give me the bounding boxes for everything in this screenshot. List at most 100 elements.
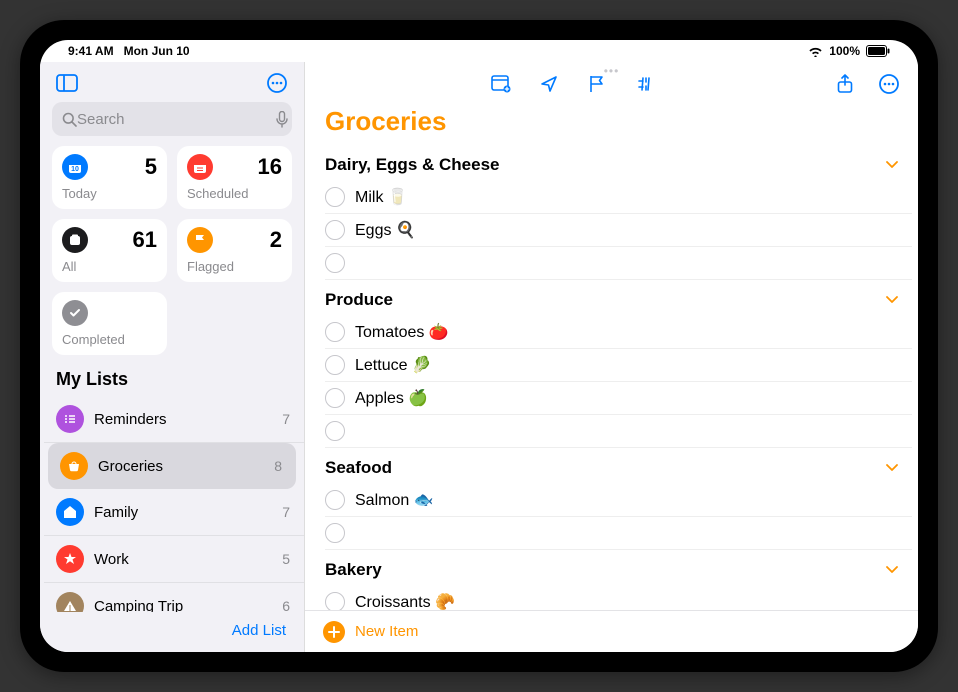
reminder-item[interactable]: Croissants 🥐 bbox=[325, 586, 912, 610]
section-title: Bakery bbox=[325, 560, 382, 580]
smart-count: 61 bbox=[133, 227, 157, 253]
smart-count: 16 bbox=[258, 154, 282, 180]
list-count: 7 bbox=[282, 411, 290, 427]
completion-circle[interactable] bbox=[325, 322, 345, 342]
smart-list-flagged[interactable]: 2 Flagged bbox=[177, 219, 292, 282]
chevron-down-icon bbox=[886, 464, 898, 472]
reminder-title: Croissants 🥐 bbox=[355, 592, 898, 610]
reminder-title: Lettuce 🥬 bbox=[355, 355, 898, 375]
multitask-handle-icon[interactable]: ••• bbox=[604, 64, 620, 78]
toggle-sidebar-button[interactable] bbox=[52, 69, 82, 97]
list-name: Camping Trip bbox=[94, 598, 272, 613]
smart-list-all[interactable]: 61 All bbox=[52, 219, 167, 282]
list-count: 6 bbox=[282, 598, 290, 612]
scheduled-icon bbox=[187, 154, 213, 180]
reminder-item[interactable]: Salmon 🐟 bbox=[325, 484, 912, 517]
new-item-button[interactable]: New Item bbox=[355, 623, 418, 640]
completion-circle[interactable] bbox=[325, 490, 345, 510]
list-title: Groceries bbox=[305, 102, 918, 145]
search-input[interactable] bbox=[77, 111, 276, 128]
completion-circle[interactable] bbox=[325, 388, 345, 408]
section-header[interactable]: Bakery bbox=[325, 550, 912, 586]
completion-circle[interactable] bbox=[325, 220, 345, 240]
smart-label: Today bbox=[62, 186, 157, 201]
smart-label: Flagged bbox=[187, 259, 282, 274]
completion-circle[interactable] bbox=[325, 592, 345, 610]
list-name: Groceries bbox=[98, 458, 264, 475]
section-header[interactable]: Dairy, Eggs & Cheese bbox=[325, 145, 912, 181]
reminder-item[interactable]: Eggs 🍳 bbox=[325, 214, 912, 247]
chevron-down-icon bbox=[886, 161, 898, 169]
completion-circle[interactable] bbox=[325, 253, 345, 273]
reminder-item[interactable]: Lettuce 🥬 bbox=[325, 349, 912, 382]
search-field[interactable] bbox=[52, 102, 292, 136]
wifi-icon bbox=[808, 46, 823, 57]
ipad-device-frame: 9:41 AM Mon Jun 10 100% bbox=[20, 20, 938, 672]
section-title: Dairy, Eggs & Cheese bbox=[325, 155, 499, 175]
reminder-title: Milk 🥛 bbox=[355, 187, 898, 207]
completion-circle[interactable] bbox=[325, 355, 345, 375]
list-row[interactable]: Groceries 8 bbox=[48, 443, 296, 489]
completed-icon bbox=[62, 300, 88, 326]
list-name: Work bbox=[94, 551, 272, 568]
list-row[interactable]: Family7 bbox=[44, 489, 304, 536]
reminder-item-empty[interactable] bbox=[325, 415, 912, 448]
sidebar-more-button[interactable] bbox=[262, 69, 292, 97]
reminder-title: Salmon 🐟 bbox=[355, 490, 898, 510]
smart-count: 2 bbox=[270, 227, 282, 253]
main-pane: ••• bbox=[305, 62, 918, 652]
chevron-down-icon bbox=[886, 296, 898, 304]
list-row[interactable]: Reminders 7 bbox=[44, 396, 304, 443]
today-icon: 10 bbox=[62, 154, 88, 180]
reminder-item[interactable]: Apples 🍏 bbox=[325, 382, 912, 415]
completion-circle[interactable] bbox=[325, 421, 345, 441]
location-button[interactable] bbox=[534, 70, 564, 98]
status-time: 9:41 AM bbox=[68, 44, 114, 58]
list-icon bbox=[56, 498, 84, 526]
mylists-header: My Lists bbox=[40, 365, 304, 396]
reminder-item-empty[interactable] bbox=[325, 247, 912, 280]
completion-circle[interactable] bbox=[325, 187, 345, 207]
smart-count: 5 bbox=[145, 154, 157, 180]
flagged-icon bbox=[187, 227, 213, 253]
list-icon bbox=[56, 545, 84, 573]
section-title: Produce bbox=[325, 290, 393, 310]
completion-circle[interactable] bbox=[325, 523, 345, 543]
status-bar: 9:41 AM Mon Jun 10 100% bbox=[40, 40, 918, 62]
reminder-title: Tomatoes 🍅 bbox=[355, 322, 898, 342]
section-header[interactable]: Seafood bbox=[325, 448, 912, 484]
list-row[interactable]: Camping Trip 6 bbox=[44, 583, 304, 612]
section-title: Seafood bbox=[325, 458, 392, 478]
plus-icon[interactable] bbox=[323, 621, 345, 643]
list-count: 8 bbox=[274, 458, 282, 474]
status-date: Mon Jun 10 bbox=[124, 44, 190, 58]
section-header[interactable]: Produce bbox=[325, 280, 912, 316]
smart-list-completed[interactable]: Completed bbox=[52, 292, 167, 355]
dictate-icon[interactable] bbox=[276, 111, 288, 128]
reminder-item-empty[interactable] bbox=[325, 517, 912, 550]
smart-list-scheduled[interactable]: 16Scheduled bbox=[177, 146, 292, 209]
reminder-title: Eggs 🍳 bbox=[355, 220, 898, 240]
reminder-item[interactable]: Milk 🥛 bbox=[325, 181, 912, 214]
tags-button[interactable] bbox=[630, 70, 660, 98]
list-row[interactable]: Work5 bbox=[44, 536, 304, 583]
reminder-item[interactable]: Tomatoes 🍅 bbox=[325, 316, 912, 349]
smart-list-today[interactable]: 10 5 Today bbox=[52, 146, 167, 209]
add-list-button[interactable]: Add List bbox=[232, 622, 286, 639]
list-icon bbox=[56, 592, 84, 612]
list-icon bbox=[60, 452, 88, 480]
smart-label: All bbox=[62, 259, 157, 274]
battery-percent: 100% bbox=[829, 44, 860, 58]
all-icon bbox=[62, 227, 88, 253]
share-button[interactable] bbox=[830, 70, 860, 98]
screen: 9:41 AM Mon Jun 10 100% bbox=[40, 40, 918, 652]
list-name: Family bbox=[94, 504, 272, 521]
reminders-app: 10 5 Today 16Scheduled 61 All 2 Flagged Complete… bbox=[40, 62, 918, 652]
smart-label: Completed bbox=[62, 332, 157, 347]
chevron-down-icon bbox=[886, 566, 898, 574]
templates-button[interactable] bbox=[486, 70, 516, 98]
battery-icon bbox=[866, 45, 890, 57]
svg-text:10: 10 bbox=[71, 166, 79, 173]
main-more-button[interactable] bbox=[874, 70, 904, 98]
list-name: Reminders bbox=[94, 411, 272, 428]
